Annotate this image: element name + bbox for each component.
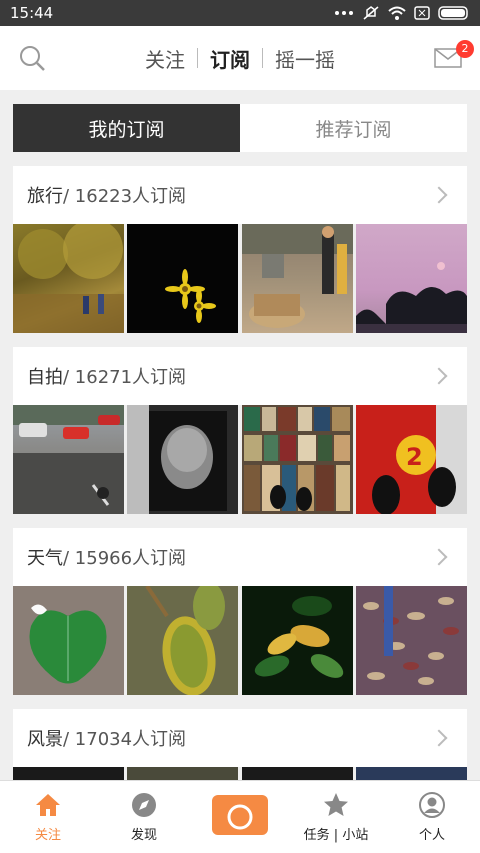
bottom-nav: 关注 发现 任务 | 小站 个人 (0, 780, 480, 853)
photo-thumbnail[interactable] (241, 224, 353, 333)
photo-thumbnail[interactable] (355, 224, 467, 333)
star-icon (323, 792, 349, 818)
nav-follow[interactable]: 关注 (0, 781, 96, 853)
card-title: 自拍 (27, 367, 63, 388)
card-count: / 17034人订阅 (63, 729, 187, 750)
card-count: / 16271人订阅 (63, 367, 187, 388)
card-title: 风景 (27, 729, 63, 750)
nav-label: 任务 | 小站 (303, 828, 369, 843)
card-header[interactable]: 天气 / 15966人订阅 (13, 528, 467, 586)
card-header[interactable]: 风景 / 17034人订阅 (13, 709, 467, 767)
card-header[interactable]: 自拍 / 16271人订阅 (13, 347, 467, 405)
nav-label: 发现 (130, 828, 157, 843)
card-count: / 15966人订阅 (63, 548, 187, 569)
home-icon (35, 792, 61, 818)
notification-badge: 2 (456, 40, 474, 58)
nav-profile[interactable]: 个人 (384, 781, 480, 853)
photo-thumbnail[interactable] (13, 405, 124, 514)
nav-discover[interactable]: 发现 (96, 781, 192, 853)
photo-thumbnail[interactable] (355, 586, 467, 695)
card-count: / 16223人订阅 (63, 186, 187, 207)
tab-follow[interactable]: 关注 (133, 44, 197, 73)
wifi-icon (388, 6, 406, 20)
status-time: 15:44 (10, 4, 54, 22)
nav-camera[interactable] (192, 781, 288, 853)
card-header[interactable]: 旅行 / 16223人订阅 (13, 166, 467, 224)
photo-thumbnail[interactable] (241, 586, 353, 695)
subscription-card: 风景 / 17034人订阅 (13, 709, 467, 787)
photo-thumbnail[interactable] (127, 586, 239, 695)
tab-subscribe[interactable]: 订阅 (198, 44, 262, 73)
subscription-card: 旅行 / 16223人订阅 (13, 166, 467, 333)
top-nav: 关注 订阅 摇一摇 2 (0, 26, 480, 90)
photo-thumbnail[interactable] (13, 224, 124, 333)
mute-icon (362, 5, 380, 21)
chevron-right-icon (430, 548, 448, 566)
chevron-right-icon (430, 367, 448, 385)
status-bar: 15:44 (0, 0, 480, 26)
battery-icon (438, 6, 470, 20)
person-icon (419, 792, 445, 818)
segment-my-subscriptions[interactable]: 我的订阅 (13, 104, 240, 152)
compass-icon (131, 792, 157, 818)
subscription-card: 天气 / 15966人订阅 (13, 528, 467, 695)
photo-thumbnail[interactable] (13, 586, 124, 695)
photo-thumbnail[interactable]: 2 (355, 405, 467, 514)
card-title: 天气 (27, 548, 63, 569)
sim-icon (414, 6, 430, 20)
chevron-right-icon (430, 186, 448, 204)
nav-tasks-station[interactable]: 任务 | 小站 (288, 781, 384, 853)
nav-label: 关注 (34, 828, 61, 843)
more-dots-icon (334, 10, 354, 16)
tab-shake[interactable]: 摇一摇 (263, 44, 347, 73)
camera-icon (212, 791, 268, 835)
photo-thumbnail[interactable] (241, 405, 353, 514)
segment-recommended[interactable]: 推荐订阅 (240, 104, 467, 152)
photo-thumbnail[interactable] (127, 405, 239, 514)
photo-thumbnail[interactable] (127, 224, 239, 333)
subscription-segment: 我的订阅 推荐订阅 (13, 104, 467, 152)
svg-text:2: 2 (406, 443, 423, 471)
card-title: 旅行 (27, 186, 63, 207)
chevron-right-icon (430, 729, 448, 747)
nav-label: 个人 (418, 828, 445, 843)
subscription-card: 自拍 / 16271人订阅 2 (13, 347, 467, 514)
